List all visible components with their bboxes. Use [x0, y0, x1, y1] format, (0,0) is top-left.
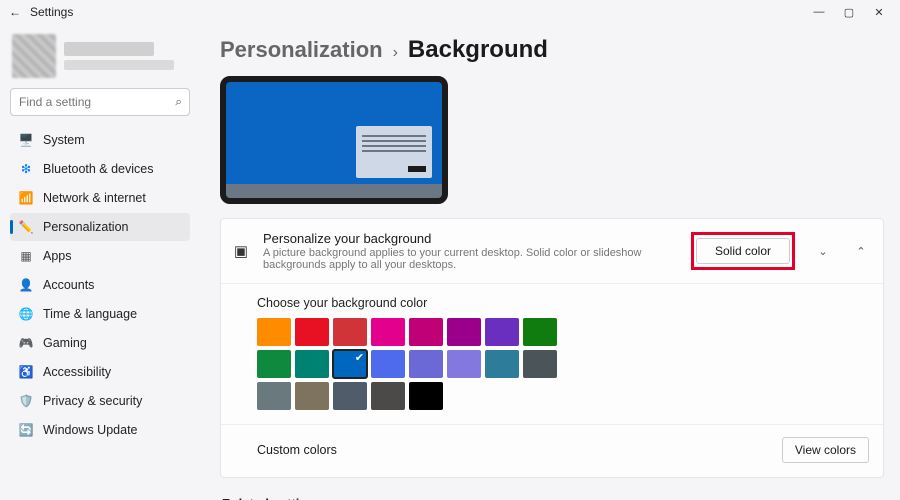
nav-icon: 👤: [18, 277, 34, 293]
picture-icon: ▣: [231, 242, 251, 260]
color-swatch[interactable]: [409, 350, 443, 378]
color-swatch[interactable]: [523, 318, 557, 346]
nav-icon: ▦: [18, 248, 34, 264]
nav-label: Bluetooth & devices: [43, 162, 154, 176]
back-button[interactable]: ←: [6, 5, 24, 19]
nav-label: Network & internet: [43, 191, 146, 205]
sidebar-item-windows-update[interactable]: 🔄 Windows Update: [10, 416, 190, 444]
minimize-button[interactable]: —: [804, 6, 834, 18]
color-swatch[interactable]: [371, 350, 405, 378]
color-swatch[interactable]: [295, 382, 329, 410]
user-block[interactable]: [12, 34, 190, 78]
close-button[interactable]: ✕: [864, 6, 894, 19]
color-swatch[interactable]: [447, 350, 481, 378]
sidebar-item-gaming[interactable]: 🎮 Gaming: [10, 329, 190, 357]
color-swatch[interactable]: [333, 382, 367, 410]
sidebar-item-accessibility[interactable]: ♿ Accessibility: [10, 358, 190, 386]
avatar: [12, 34, 56, 78]
related-heading: Related settings: [222, 496, 884, 500]
color-swatch[interactable]: [333, 318, 367, 346]
color-swatch[interactable]: [485, 318, 519, 346]
nav-label: Privacy & security: [43, 394, 142, 408]
maximize-button[interactable]: ▢: [834, 6, 864, 19]
sidebar-item-time-language[interactable]: 🌐 Time & language: [10, 300, 190, 328]
background-type-dropdown[interactable]: Solid color: [691, 232, 795, 270]
nav-label: System: [43, 133, 85, 147]
sidebar-item-bluetooth-devices[interactable]: ❇ Bluetooth & devices: [10, 155, 190, 183]
sidebar: ⌕ 🖥️ System ❇ Bluetooth & devices 📶 Network &…: [0, 24, 200, 500]
color-swatch[interactable]: [295, 350, 329, 378]
sidebar-item-privacy-security[interactable]: 🛡️ Privacy & security: [10, 387, 190, 415]
nav-label: Personalization: [43, 220, 128, 234]
nav-icon: 🖥️: [18, 132, 34, 148]
color-swatch[interactable]: [295, 318, 329, 346]
sidebar-item-personalization[interactable]: ✏️ Personalization: [10, 213, 190, 241]
main-content: Personalization › Background ▣ Personali…: [200, 24, 900, 500]
nav-icon: 🔄: [18, 422, 34, 438]
nav-label: Time & language: [43, 307, 137, 321]
desktop-preview: [220, 76, 448, 204]
background-card: ▣ Personalize your background A picture …: [220, 218, 884, 478]
window-title: Settings: [30, 5, 73, 19]
sidebar-item-apps[interactable]: ▦ Apps: [10, 242, 190, 270]
color-swatch[interactable]: [257, 350, 291, 378]
search-input[interactable]: [10, 88, 190, 116]
color-swatch[interactable]: [523, 350, 557, 378]
nav-label: Gaming: [43, 336, 87, 350]
nav-label: Accessibility: [43, 365, 111, 379]
color-swatch[interactable]: [485, 350, 519, 378]
card-subtitle: A picture background applies to your cur…: [263, 247, 679, 271]
card-title: Personalize your background: [263, 231, 679, 246]
user-email: [64, 60, 174, 70]
preview-taskbar: [226, 184, 442, 198]
view-colors-button[interactable]: View colors: [782, 437, 869, 463]
chevron-down-icon[interactable]: ⌄: [813, 245, 833, 258]
nav-label: Windows Update: [43, 423, 138, 437]
nav-label: Apps: [43, 249, 72, 263]
nav-icon: 🎮: [18, 335, 34, 351]
nav-icon: 🛡️: [18, 393, 34, 409]
sidebar-item-network-internet[interactable]: 📶 Network & internet: [10, 184, 190, 212]
color-swatch[interactable]: [371, 318, 405, 346]
nav-icon: ✏️: [18, 219, 34, 235]
color-swatch[interactable]: [257, 318, 291, 346]
preview-window: [356, 126, 432, 178]
breadcrumb-parent[interactable]: Personalization: [220, 37, 383, 63]
dropdown-value[interactable]: Solid color: [696, 238, 790, 264]
chevron-right-icon: ›: [393, 44, 398, 62]
nav-icon: ❇: [18, 161, 34, 177]
nav-icon: 📶: [18, 190, 34, 206]
custom-colors-label: Custom colors: [257, 443, 337, 457]
user-name: [64, 42, 154, 56]
breadcrumb-current: Background: [408, 36, 548, 64]
nav-icon: 🌐: [18, 306, 34, 322]
color-swatch[interactable]: [371, 382, 405, 410]
color-swatch[interactable]: [409, 318, 443, 346]
chevron-up-icon[interactable]: ⌃: [851, 245, 871, 258]
search-icon: ⌕: [175, 95, 182, 110]
breadcrumb: Personalization › Background: [220, 36, 884, 64]
sidebar-item-accounts[interactable]: 👤 Accounts: [10, 271, 190, 299]
color-swatches: [257, 318, 567, 410]
nav-icon: ♿: [18, 364, 34, 380]
color-swatch[interactable]: [257, 382, 291, 410]
nav-label: Accounts: [43, 278, 94, 292]
color-swatch[interactable]: [333, 350, 367, 378]
sidebar-item-system[interactable]: 🖥️ System: [10, 126, 190, 154]
color-swatch[interactable]: [447, 318, 481, 346]
choose-color-label: Choose your background color: [257, 296, 873, 310]
color-swatch[interactable]: [409, 382, 443, 410]
